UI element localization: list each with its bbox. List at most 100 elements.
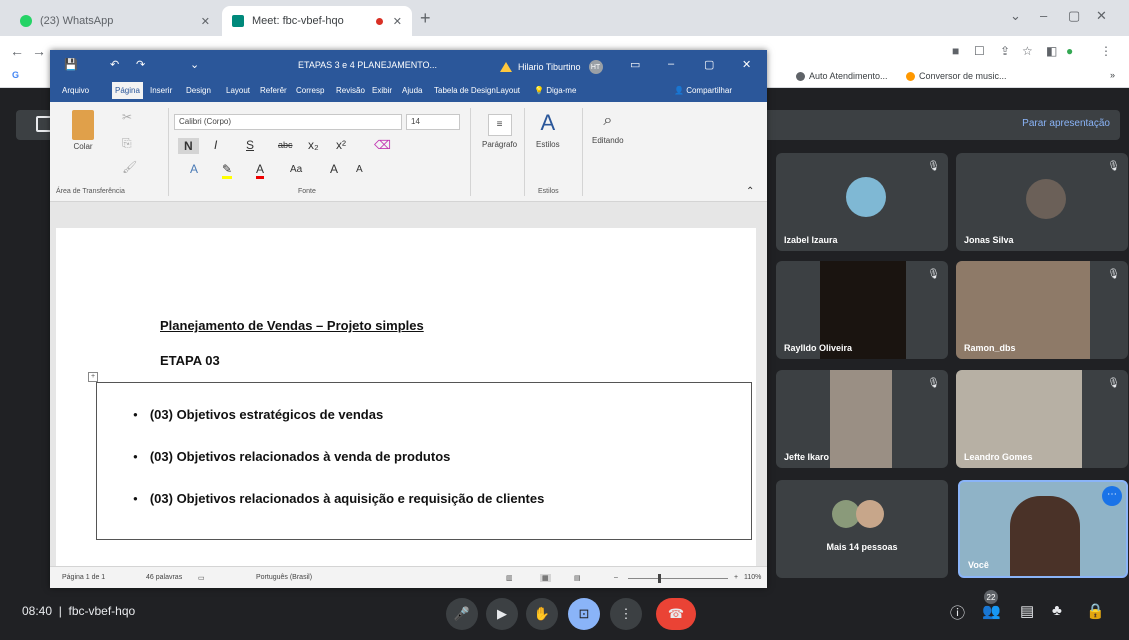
close-icon[interactable]: ✕	[742, 58, 751, 71]
user-account[interactable]: Hilario Tiburtino HT	[500, 60, 603, 74]
chevron-down-icon[interactable]: ⌄	[1010, 8, 1021, 24]
close-window-icon[interactable]: ✕	[1096, 8, 1107, 24]
minimize-icon[interactable]: –	[1040, 8, 1047, 23]
styles-button[interactable]: A Estilos	[536, 110, 560, 149]
tab-insert[interactable]: Inserir	[150, 86, 172, 95]
tab-search-icon[interactable]: ☐	[974, 44, 985, 58]
participant-tile[interactable]: 🎙 Izabel Izaura	[776, 153, 948, 251]
grow-font-icon[interactable]: A	[330, 162, 338, 176]
new-tab-icon[interactable]: +	[420, 8, 431, 29]
tab-mailings[interactable]: Corresp	[296, 86, 324, 95]
font-name-select[interactable]: Calibri (Corpo)	[174, 114, 402, 130]
tab-view[interactable]: Exibir	[372, 86, 392, 95]
info-icon[interactable]: ⓘ	[950, 602, 965, 623]
paragraph-button[interactable]: ≡ Parágrafo	[482, 114, 517, 149]
zoom-slider[interactable]	[628, 578, 728, 579]
end-call-button[interactable]: ☎	[656, 598, 696, 630]
font-color-icon[interactable]: A	[256, 162, 265, 179]
italic-button[interactable]: I	[214, 138, 217, 152]
print-layout-icon[interactable]: ▦	[540, 574, 551, 582]
participant-tile[interactable]: 🎙 Jefte Ikaro	[776, 370, 948, 468]
ribbon-display-icon[interactable]: ▭	[630, 58, 640, 71]
raise-hand-button[interactable]: ✋	[526, 598, 558, 630]
close-icon[interactable]: ✕	[201, 15, 210, 28]
present-button[interactable]: ⊡	[568, 598, 600, 630]
tab-references[interactable]: Referêr	[260, 86, 287, 95]
participant-tile[interactable]: 🎙 Raylldo Oliveira	[776, 261, 948, 359]
self-tile[interactable]: ⋯ Você	[958, 480, 1128, 578]
tab-layout[interactable]: Layout	[226, 86, 250, 95]
camera-button[interactable]: ▶	[486, 598, 518, 630]
bookmark-auto-atendimento[interactable]: Auto Atendimento...	[796, 71, 888, 81]
shrink-font-icon[interactable]: A	[356, 164, 363, 175]
tab-file[interactable]: Arquivo	[62, 86, 89, 95]
tab-table-layout[interactable]: Layout	[496, 86, 520, 95]
language-status[interactable]: Português (Brasil)	[256, 574, 312, 581]
maximize-icon[interactable]: ▢	[704, 58, 714, 71]
maximize-icon[interactable]: ▢	[1068, 8, 1080, 24]
more-icon[interactable]: ⋮	[1100, 44, 1112, 58]
zoom-slider-handle[interactable]	[658, 574, 661, 583]
editing-button[interactable]: ⌕ Editando	[592, 112, 624, 145]
tab-whatsapp[interactable]: (23) WhatsApp ✕	[10, 6, 220, 36]
underline-button[interactable]: S	[246, 138, 254, 152]
tab-review[interactable]: Revisão	[336, 86, 365, 95]
bookmark-conversor[interactable]: Conversor de music...	[906, 71, 1007, 81]
tell-me[interactable]: 💡 Diga-me	[534, 86, 576, 95]
more-participants-tile[interactable]: Mais 14 pessoas	[776, 480, 948, 578]
strikethrough-button[interactable]: abc	[278, 140, 293, 150]
close-icon[interactable]: ✕	[393, 15, 402, 28]
stop-presenting-button[interactable]: Parar apresentação	[1022, 118, 1110, 129]
proofing-icon[interactable]: ▭	[198, 574, 205, 582]
document-page[interactable]: Planejamento de Vendas – Projeto simples…	[56, 228, 756, 566]
tab-design[interactable]: Design	[186, 86, 211, 95]
share-button[interactable]: 👤 Compartilhar	[674, 86, 732, 95]
chat-icon[interactable]: ▤	[1020, 602, 1034, 620]
back-icon[interactable]: ←	[10, 43, 24, 59]
read-mode-icon[interactable]: ▥	[506, 574, 513, 582]
undo-icon[interactable]: ↶	[110, 58, 119, 71]
format-painter-icon[interactable]: 🖌	[122, 160, 137, 174]
more-bookmarks-icon[interactable]: »	[1110, 70, 1115, 80]
camera-icon[interactable]: ■	[952, 44, 959, 58]
share-icon[interactable]: ⇪	[1000, 44, 1010, 58]
activities-icon[interactable]: ♣	[1052, 602, 1062, 619]
bold-button[interactable]: N	[178, 138, 199, 154]
copy-icon[interactable]: ⎘	[122, 136, 132, 151]
more-options-icon[interactable]: ⋯	[1102, 486, 1122, 506]
more-options-button[interactable]: ⋮	[610, 598, 642, 630]
customize-icon[interactable]: ⌄	[190, 58, 199, 71]
tab-meet[interactable]: Meet: fbc-vbef-hqo ✕	[222, 6, 412, 36]
zoom-in-button[interactable]: +	[734, 574, 738, 581]
participant-tile[interactable]: 🎙 Ramon_dbs	[956, 261, 1128, 359]
forward-icon[interactable]: →	[32, 43, 46, 59]
sidepanel-icon[interactable]: ◧	[1046, 44, 1057, 58]
subscript-button[interactable]: x₂	[308, 138, 319, 152]
profile-icon[interactable]: ●	[1066, 44, 1073, 58]
redo-icon[interactable]: ↷	[136, 58, 145, 71]
google-icon[interactable]: G	[12, 70, 19, 80]
superscript-button[interactable]: x²	[336, 138, 346, 152]
save-icon[interactable]: 💾	[64, 58, 78, 71]
participant-tile[interactable]: 🎙 Jonas Silva	[956, 153, 1128, 251]
star-icon[interactable]: ☆	[1022, 44, 1033, 58]
zoom-out-button[interactable]: –	[614, 574, 618, 581]
font-size-select[interactable]: 14	[406, 114, 460, 130]
web-layout-icon[interactable]: ▤	[574, 574, 581, 582]
document-table[interactable]: (03) Objetivos estratégicos de vendas (0…	[96, 382, 752, 540]
participant-tile[interactable]: 🎙 Leandro Gomes	[956, 370, 1128, 468]
text-effects-icon[interactable]: A	[190, 162, 198, 176]
clear-format-icon[interactable]: ⌫	[374, 138, 391, 152]
collapse-ribbon-icon[interactable]: ⌃	[746, 186, 754, 197]
highlight-icon[interactable]: ✎	[222, 162, 233, 179]
zoom-level[interactable]: 110%	[744, 574, 761, 581]
people-icon[interactable]: 👥	[982, 602, 1001, 620]
table-move-handle[interactable]: +	[88, 372, 98, 382]
minimize-icon[interactable]: –	[668, 58, 674, 70]
change-case-button[interactable]: Aa	[290, 164, 302, 175]
paste-button[interactable]: Colar	[72, 110, 94, 151]
tab-help[interactable]: Ajuda	[402, 86, 422, 95]
host-controls-icon[interactable]: 🔒	[1086, 602, 1105, 620]
cut-icon[interactable]: ✂	[122, 110, 132, 124]
tab-home[interactable]: Página	[112, 82, 143, 99]
